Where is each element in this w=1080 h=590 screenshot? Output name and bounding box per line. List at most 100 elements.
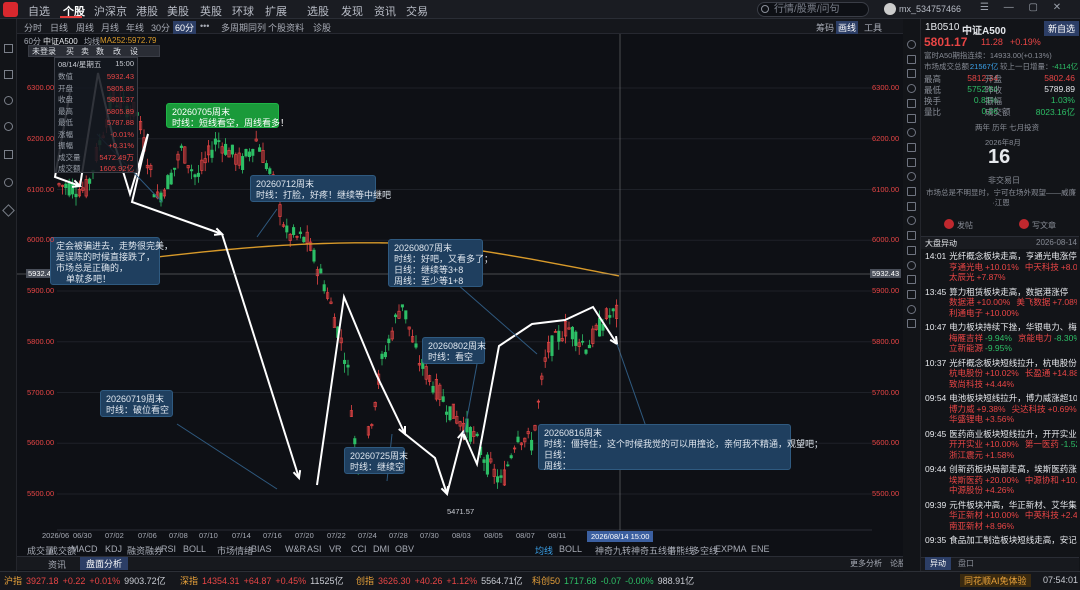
draw-tool-icon[interactable]	[907, 54, 916, 64]
nav-tab-uk[interactable]: 英股	[200, 3, 222, 19]
indicator-tab[interactable]: ASI	[307, 544, 322, 554]
chips-button[interactable]: 筹码	[816, 21, 834, 34]
draw-tool-icon[interactable]	[907, 113, 916, 123]
draw-tool-icon[interactable]	[907, 319, 916, 329]
index-ticker[interactable]: 科创50 1717.68 -0.07 -0.00% 988.91亿	[532, 574, 694, 587]
nav-tab-watchlist[interactable]: 自选	[28, 3, 50, 19]
news-stock-name[interactable]: 中天科技	[1025, 262, 1059, 272]
index-ticker[interactable]: 创指 3626.30 +40.26 +1.12% 5564.71亿	[356, 574, 523, 587]
overlay-tab[interactable]: 均线	[535, 544, 553, 557]
indicator-tab[interactable]: 融资融券	[127, 544, 163, 557]
tab-news[interactable]: 资讯	[48, 558, 66, 571]
indicator-tab[interactable]: KDJ	[105, 544, 122, 554]
annotation-20260802[interactable]: 20260802周末 时线：看空	[422, 337, 486, 364]
indicator-tab[interactable]: BOLL	[183, 544, 206, 554]
annotation-20260725[interactable]: 20260725周末 时线：继续空	[344, 447, 408, 474]
news-item[interactable]: 09:39元件板块冲高，华正新材、艾华集团涨停华正新材+10.00% 中英科技+2…	[925, 500, 1077, 532]
annotation-20260705[interactable]: 20260705周末 时线：短线看空，周线看多！	[166, 103, 289, 128]
nav-tab-discover[interactable]: 发现	[341, 3, 363, 19]
news-item[interactable]: 09:35食品加工制造板块短线走高，安记食品触及涨停	[925, 535, 1077, 546]
news-stock-name[interactable]: 京能电力	[1018, 333, 1052, 343]
news-stock-name[interactable]: 博力威	[949, 404, 975, 414]
add-watchlist-button[interactable]: 新自选	[1044, 21, 1080, 36]
period-monthly[interactable]: 月线	[101, 21, 119, 34]
news-stock-name[interactable]: 立新能源	[949, 343, 983, 353]
draw-tool-icon[interactable]	[907, 40, 916, 49]
indicator-tab[interactable]: DMI	[373, 544, 390, 554]
news-item[interactable]: 14:01光纤概念板块走高，亨通光电涨停亨通光电+10.01% 中天科技+8.05…	[925, 251, 1077, 283]
tools-button[interactable]: 工具	[864, 21, 882, 34]
sell-button[interactable]: 卖	[81, 46, 89, 57]
annotation-20260807[interactable]: 20260807周末 时线：好吧，又看多了； 日线：继续等3+8 周线：至少等1…	[388, 239, 493, 287]
stock-info-button[interactable]: 个股资料	[268, 21, 304, 34]
annotation-market-note[interactable]: 定会被骗进去，走势很完美， 是误陈的时候直接跌了， 市场总是正确的， 单就多吧！	[50, 237, 173, 285]
draw-line-button[interactable]: 画线	[836, 21, 859, 34]
draw-tool-icon[interactable]	[907, 289, 916, 299]
news-stock-name[interactable]: 中英科技	[1025, 510, 1059, 520]
news-item[interactable]: 10:47电力板块持续下挫，华银电力、梅雁吉祥跌逾梅雁吉祥-9.94% 京能电力-…	[925, 322, 1077, 354]
draw-tool-icon[interactable]	[907, 201, 916, 211]
index-ticker[interactable]: 沪指 3927.18 +0.22 +0.01% 9903.72亿	[4, 574, 166, 587]
period-30min[interactable]: 30分	[151, 21, 170, 34]
nav-tab-ext[interactable]: 扩展	[265, 3, 287, 19]
modify-button[interactable]: 改	[113, 46, 121, 57]
overlay-tab[interactable]: 神奇九转	[595, 544, 631, 557]
news-stock-name[interactable]: 美飞数据	[1016, 297, 1050, 307]
period-yearly[interactable]: 年线	[126, 21, 144, 34]
username[interactable]: mx_534757466	[899, 4, 961, 14]
draw-tool-icon[interactable]	[907, 260, 916, 270]
promo-banner[interactable]: 同花顺AI免体验	[960, 574, 1031, 587]
news-item[interactable]: 10:37光纤概念板块短线拉升，杭电股份直线涨停杭电股份+10.02% 长盈通+1…	[925, 358, 1077, 390]
avatar[interactable]	[884, 3, 896, 15]
news-stock-name[interactable]: 开开实业	[949, 439, 983, 449]
news-item[interactable]: 09:54 电池板块短线拉升，博力威涨超10% 博力威 +9.38% 尖达科技 +0.69…	[925, 393, 1077, 425]
overlay-tab[interactable]: ENE	[751, 544, 770, 554]
nav-tab-news[interactable]: 资讯	[374, 3, 396, 19]
indicator-tab[interactable]: 市场情绪	[217, 544, 253, 557]
period-60min[interactable]: 60分	[173, 21, 197, 34]
period-intraday[interactable]: 分时	[24, 21, 42, 34]
gauge-icon[interactable]	[4, 122, 13, 131]
search-input[interactable]: 行情/股票/问句	[757, 2, 869, 17]
more-analysis-button[interactable]: 更多分析	[850, 558, 882, 569]
nav-tab-hs[interactable]: 沪深京	[94, 3, 127, 19]
news-stock-name[interactable]: 中源协和	[1025, 475, 1059, 485]
news-stock-name[interactable]: 浙江震元	[949, 450, 983, 460]
index-ticker[interactable]: 深指 14354.31 +64.87 +0.45% 11525亿	[180, 574, 343, 587]
indicator-tab[interactable]: MACD	[71, 544, 98, 554]
draw-tool-icon[interactable]	[907, 187, 916, 196]
diagnose-button[interactable]: 诊股	[313, 21, 331, 34]
overlay-tab[interactable]: 牛熊线	[667, 544, 694, 557]
nav-tab-us[interactable]: 美股	[167, 3, 189, 19]
news-stock-name[interactable]: 尖达科技	[1012, 404, 1046, 414]
draw-tool-icon[interactable]	[907, 98, 916, 108]
tab-orderbook[interactable]: 盘口	[958, 558, 974, 569]
news-stock-name[interactable]: 南亚新材	[949, 521, 983, 531]
draw-tool-icon[interactable]	[907, 142, 916, 152]
tab-market-analysis[interactable]: 盘面分析	[80, 557, 129, 570]
app-logo-icon[interactable]	[3, 2, 18, 17]
news-stock-name[interactable]: 杭电股份	[949, 368, 983, 378]
draw-tool-icon[interactable]	[907, 157, 916, 167]
annotation-20260719[interactable]: 20260719周末 时线：破位看空	[100, 390, 173, 417]
draw-tool-icon[interactable]	[907, 275, 916, 285]
write-article-button[interactable]: 写文章	[1032, 220, 1056, 231]
settings-button[interactable]: 设	[130, 46, 138, 57]
nav-tab-global[interactable]: 环球	[232, 3, 254, 19]
draw-tool-icon[interactable]	[907, 245, 916, 255]
news-stock-name[interactable]: 埃斯医药	[949, 475, 983, 485]
login-status[interactable]: 未登录	[32, 46, 56, 57]
chart-icon[interactable]	[4, 150, 13, 159]
compass-icon[interactable]	[4, 178, 13, 187]
post-button[interactable]: 发帖	[957, 220, 973, 231]
window-controls[interactable]: ☰ — ▢ ✕	[980, 2, 1067, 13]
news-stock-name[interactable]: 中源股份	[949, 485, 983, 495]
news-stock-name[interactable]: 致尚科技	[949, 379, 983, 389]
overlay-tab[interactable]: EXPMA	[715, 544, 747, 554]
buy-button[interactable]: 买	[66, 46, 74, 57]
news-stock-name[interactable]: 华盛锂电	[949, 414, 983, 424]
multi-period-button[interactable]: 多周期同列	[221, 21, 266, 34]
nav-tab-trade[interactable]: 交易	[406, 3, 428, 19]
overlay-tab[interactable]: BOLL	[559, 544, 582, 554]
news-stock-name[interactable]: 华正新材	[949, 510, 983, 520]
